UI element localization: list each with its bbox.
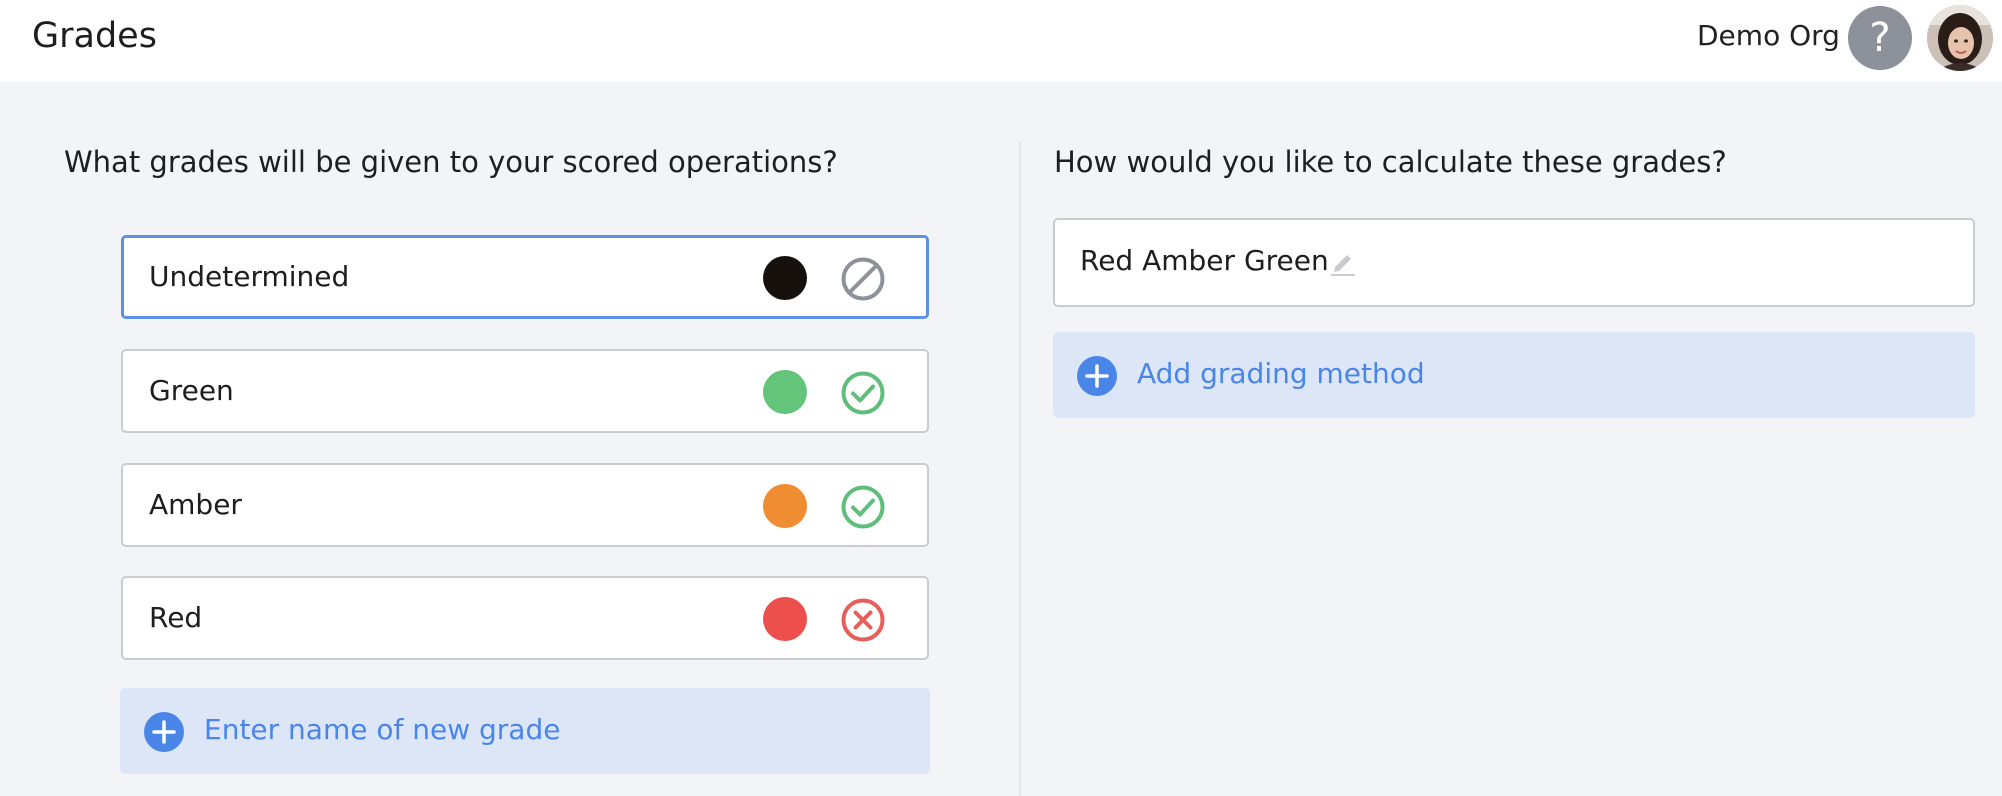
grading-method-name: Red Amber Green [1080, 244, 1329, 277]
new-grade-placeholder: Enter name of new grade [204, 713, 561, 746]
pencil-icon[interactable] [1328, 247, 1358, 277]
plus-circle-icon [144, 712, 184, 752]
question-mark-icon: ? [1869, 15, 1891, 61]
user-avatar-image [1927, 5, 1993, 71]
grade-item-red[interactable]: Red [121, 576, 929, 660]
grade-item-amber[interactable]: Amber [121, 463, 929, 547]
grade-name: Undetermined [149, 260, 350, 293]
grade-name: Amber [149, 488, 242, 521]
grades-question: What grades will be given to your scored… [64, 145, 838, 179]
grading-method-item[interactable]: Red Amber Green [1053, 218, 1975, 307]
plus-circle-icon [1077, 356, 1117, 396]
help-button[interactable]: ? [1848, 6, 1912, 70]
grade-color-swatch[interactable] [763, 256, 807, 300]
grade-name: Red [149, 601, 203, 634]
grade-color-swatch[interactable] [763, 597, 807, 641]
add-grading-method-button[interactable]: Add grading method [1053, 332, 1975, 418]
disabled-icon[interactable] [840, 256, 886, 302]
grade-color-swatch[interactable] [763, 484, 807, 528]
org-name[interactable]: Demo Org [1697, 18, 1840, 54]
top-bar: Grades Demo Org ? [0, 0, 2002, 82]
page-title: Grades [32, 16, 157, 56]
grade-name: Green [149, 374, 234, 407]
check-circle-icon[interactable] [840, 370, 886, 416]
calculation-question: How would you like to calculate these gr… [1054, 145, 1727, 179]
x-circle-icon[interactable] [840, 597, 886, 643]
add-grade-input[interactable]: Enter name of new grade [120, 688, 930, 774]
panel-divider [1019, 142, 1021, 796]
grade-item-green[interactable]: Green [121, 349, 929, 433]
grade-color-swatch[interactable] [763, 370, 807, 414]
check-circle-icon[interactable] [840, 484, 886, 530]
add-grading-method-label: Add grading method [1137, 357, 1425, 390]
grade-item-undetermined[interactable]: Undetermined [121, 235, 929, 319]
avatar[interactable] [1927, 5, 1993, 71]
